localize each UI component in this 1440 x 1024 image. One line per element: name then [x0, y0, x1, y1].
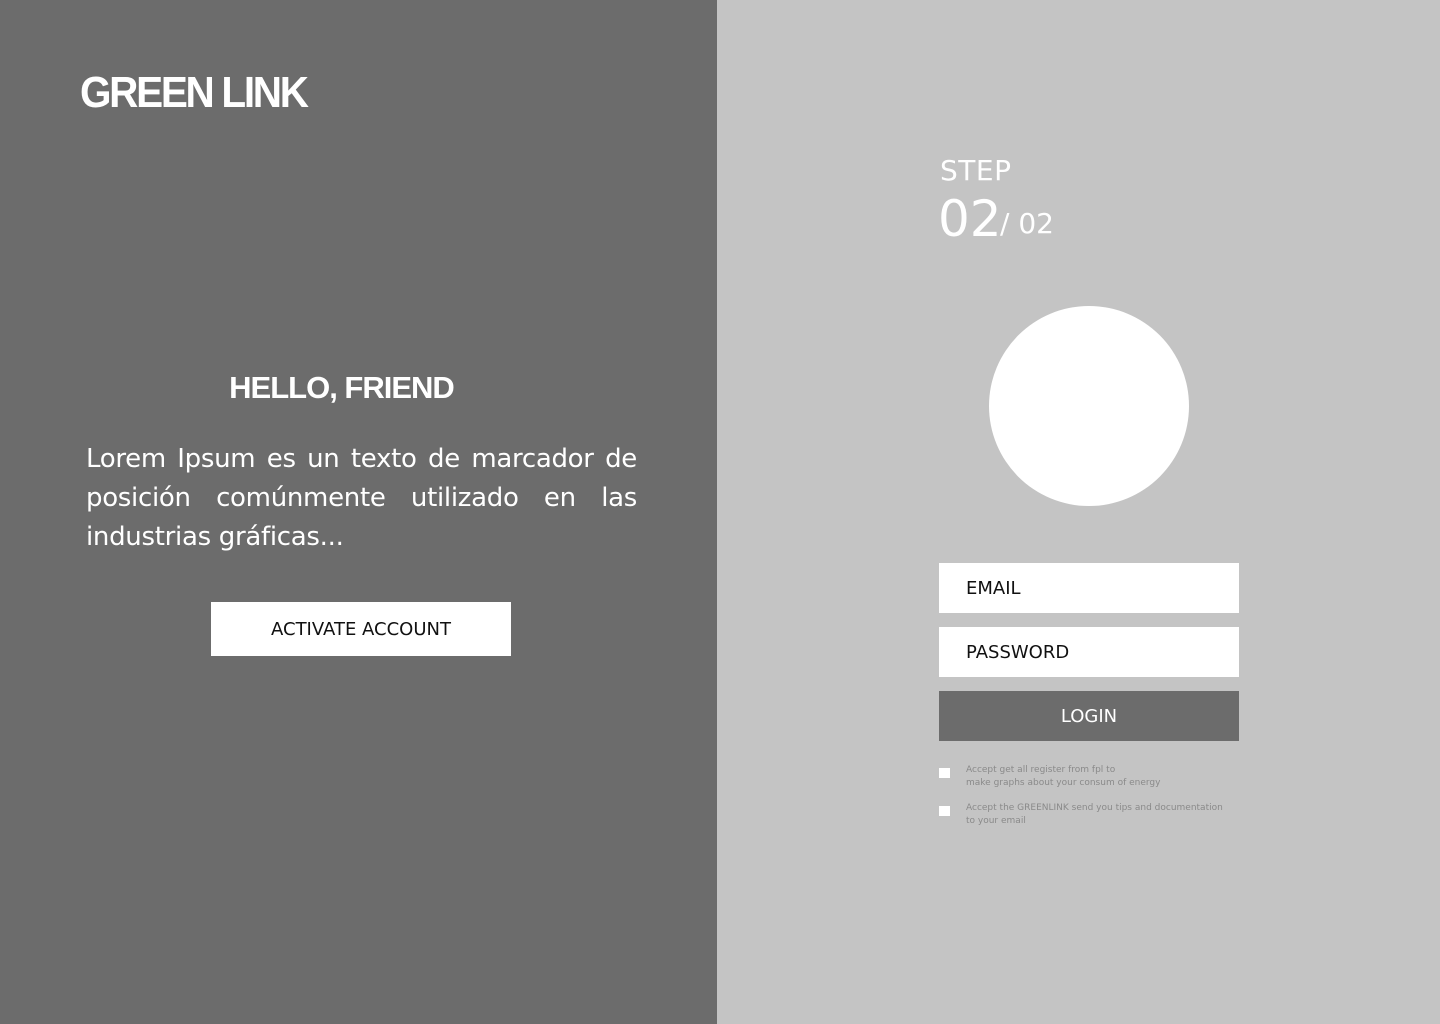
- consent-tips-checkbox[interactable]: [939, 806, 950, 816]
- email-field[interactable]: [939, 563, 1239, 613]
- consent-energy-label-line1: Accept get all register from fpl to: [966, 765, 1116, 775]
- consent-energy-label-line2: make graphs about your consum of energy: [966, 778, 1161, 788]
- login-panel: [717, 0, 1440, 1024]
- login-button[interactable]: LOGIN: [939, 691, 1239, 741]
- consent-tips-label: Accept the GREENLINK send you tips and d…: [966, 802, 1236, 828]
- welcome-panel: GREEN LINK HELLO, FRIEND Lorem Ipsum es …: [0, 0, 717, 1024]
- welcome-description: Lorem Ipsum es un texto de marcador de p…: [86, 444, 637, 552]
- step-current-number: 02: [938, 190, 1002, 248]
- avatar-placeholder[interactable]: [989, 306, 1189, 506]
- step-label: STEP: [940, 154, 1012, 187]
- consent-tips-label-line2: to your email: [966, 816, 1026, 826]
- brand-logo: GREEN LINK: [80, 68, 309, 117]
- step-total-number: / 02: [1000, 207, 1054, 240]
- consent-energy-checkbox[interactable]: [939, 768, 950, 778]
- consent-tips-label-line1: Accept the GREENLINK send you tips and d…: [966, 803, 1223, 813]
- welcome-heading: HELLO, FRIEND: [229, 370, 455, 405]
- consent-energy-label: Accept get all register from fpl to make…: [966, 764, 1236, 790]
- password-field[interactable]: [939, 627, 1239, 677]
- activate-account-button[interactable]: ACTIVATE ACCOUNT: [211, 602, 511, 656]
